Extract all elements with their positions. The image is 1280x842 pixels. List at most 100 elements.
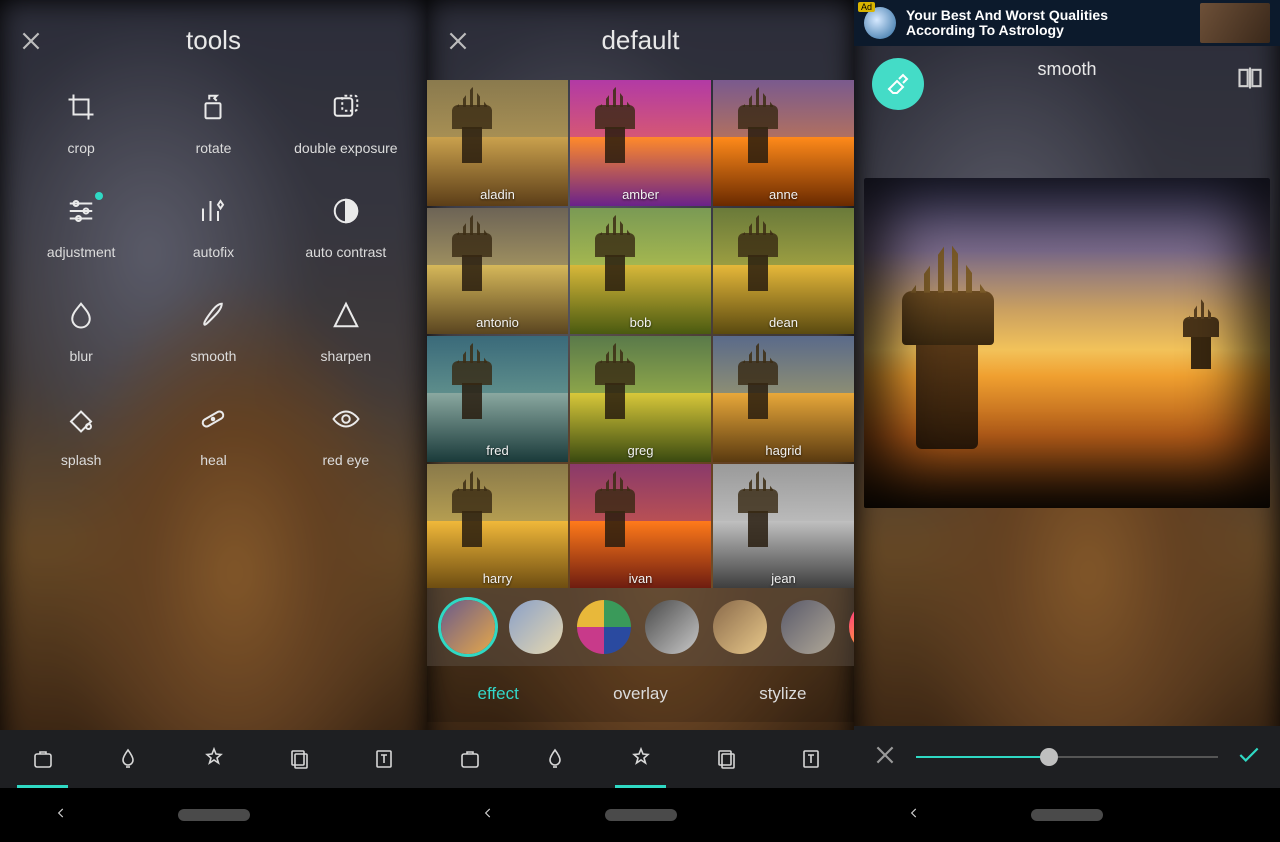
nav-brush[interactable] bbox=[512, 730, 597, 788]
tab-effect[interactable]: effect bbox=[427, 666, 569, 722]
category-bw[interactable] bbox=[645, 600, 699, 654]
ad-text: Your Best And Worst Qualities According … bbox=[906, 8, 1108, 39]
nav-tools[interactable] bbox=[427, 730, 512, 788]
tool-smooth[interactable]: smooth bbox=[152, 300, 274, 364]
tool-label: crop bbox=[68, 140, 95, 156]
nav-layers[interactable] bbox=[683, 730, 768, 788]
tool-auto-contrast[interactable]: auto contrast bbox=[285, 196, 407, 260]
filter-label: jean bbox=[713, 571, 854, 586]
home-pill[interactable] bbox=[178, 809, 250, 821]
filter-anne[interactable]: anne bbox=[713, 80, 854, 206]
nav-brush[interactable] bbox=[85, 730, 170, 788]
tab-stylize[interactable]: stylize bbox=[712, 666, 854, 722]
nav-effects[interactable] bbox=[598, 730, 683, 788]
tool-autofix[interactable]: autofix bbox=[152, 196, 274, 260]
tab-overlay[interactable]: overlay bbox=[569, 666, 711, 722]
android-nav-bar bbox=[0, 788, 427, 842]
tool-label: red eye bbox=[322, 452, 369, 468]
tool-crop[interactable]: crop bbox=[20, 92, 142, 156]
category-default[interactable] bbox=[441, 600, 495, 654]
back-icon[interactable] bbox=[54, 806, 68, 825]
tools-grid: crop rotate double exposure adjustment a… bbox=[0, 92, 427, 468]
double-exposure-icon bbox=[331, 92, 361, 122]
category-cool[interactable] bbox=[781, 600, 835, 654]
splash-icon bbox=[66, 404, 96, 434]
tool-label: splash bbox=[61, 452, 101, 468]
red-eye-icon bbox=[331, 404, 361, 434]
tool-adjustment[interactable]: adjustment bbox=[20, 196, 142, 260]
image-canvas[interactable] bbox=[864, 178, 1270, 508]
apply-button[interactable] bbox=[1236, 742, 1262, 773]
cancel-button[interactable] bbox=[872, 742, 898, 773]
tool-label: rotate bbox=[196, 140, 232, 156]
tool-label: double exposure bbox=[294, 140, 398, 156]
tower-graphic-small bbox=[1181, 299, 1221, 369]
filter-harry[interactable]: harry bbox=[427, 464, 568, 588]
filter-label: fred bbox=[427, 443, 568, 458]
filter-antonio[interactable]: antonio bbox=[427, 208, 568, 334]
nav-effects[interactable] bbox=[171, 730, 256, 788]
ad-banner[interactable]: Ad Your Best And Worst Qualities Accordi… bbox=[854, 0, 1280, 46]
filter-label: harry bbox=[427, 571, 568, 586]
tool-splash[interactable]: splash bbox=[20, 404, 142, 468]
category-pop[interactable] bbox=[577, 600, 631, 654]
filter-grid: aladinamberanne antoniobobdean fredgreghag… bbox=[427, 80, 854, 588]
compare-icon[interactable] bbox=[1236, 64, 1264, 92]
filter-amber[interactable]: amber bbox=[570, 80, 711, 206]
filter-jean[interactable]: jean bbox=[713, 464, 854, 588]
filter-greg[interactable]: greg bbox=[570, 336, 711, 462]
ad-tag: Ad bbox=[858, 2, 875, 12]
filter-ivan[interactable]: ivan bbox=[570, 464, 711, 588]
new-badge-icon bbox=[95, 192, 103, 200]
filter-dean[interactable]: dean bbox=[713, 208, 854, 334]
intensity-slider[interactable] bbox=[916, 745, 1218, 769]
eraser-button[interactable] bbox=[872, 58, 924, 110]
smooth-icon bbox=[198, 300, 228, 330]
screen-title: default bbox=[601, 25, 679, 56]
close-icon[interactable] bbox=[445, 28, 471, 54]
filter-fred[interactable]: fred bbox=[427, 336, 568, 462]
tool-label: blur bbox=[69, 348, 92, 364]
filter-label: greg bbox=[570, 443, 711, 458]
filter-bob[interactable]: bob bbox=[570, 208, 711, 334]
android-nav-bar bbox=[854, 788, 1280, 842]
close-icon[interactable] bbox=[18, 28, 44, 54]
nav-text[interactable] bbox=[769, 730, 854, 788]
tool-sharpen[interactable]: sharpen bbox=[285, 300, 407, 364]
filter-aladin[interactable]: aladin bbox=[427, 80, 568, 206]
tool-label: heal bbox=[200, 452, 226, 468]
category-warm[interactable] bbox=[713, 600, 767, 654]
effect-tabs: effect overlay stylize bbox=[427, 666, 854, 722]
filter-label: antonio bbox=[427, 315, 568, 330]
sharpen-icon bbox=[331, 300, 361, 330]
tool-rotate[interactable]: rotate bbox=[152, 92, 274, 156]
filter-label: amber bbox=[570, 187, 711, 202]
filter-hagrid[interactable]: hagrid bbox=[713, 336, 854, 462]
tool-double-exposure[interactable]: double exposure bbox=[285, 92, 407, 156]
filter-label: dean bbox=[713, 315, 854, 330]
nav-text[interactable] bbox=[342, 730, 427, 788]
home-pill[interactable] bbox=[1031, 809, 1103, 821]
tool-label: autofix bbox=[193, 244, 234, 260]
topbar: tools bbox=[0, 0, 427, 80]
nav-tools[interactable] bbox=[0, 730, 85, 788]
back-icon[interactable] bbox=[907, 806, 921, 825]
effects-screen: default aladinamberanne antoniobobdean fre… bbox=[427, 0, 854, 842]
tool-blur[interactable]: blur bbox=[20, 300, 142, 364]
adjustment-icon bbox=[66, 196, 96, 226]
tool-label: auto contrast bbox=[305, 244, 386, 260]
tool-heal[interactable]: heal bbox=[152, 404, 274, 468]
smooth-screen: Ad Your Best And Worst Qualities Accordi… bbox=[854, 0, 1280, 842]
topbar: default bbox=[427, 0, 854, 80]
crop-icon bbox=[66, 92, 96, 122]
category-soft[interactable] bbox=[509, 600, 563, 654]
home-pill[interactable] bbox=[605, 809, 677, 821]
filter-label: aladin bbox=[427, 187, 568, 202]
category-strip[interactable] bbox=[427, 588, 854, 666]
tool-label: smooth bbox=[191, 348, 237, 364]
nav-layers[interactable] bbox=[256, 730, 341, 788]
tool-red-eye[interactable]: red eye bbox=[285, 404, 407, 468]
back-icon[interactable] bbox=[481, 806, 495, 825]
tool-label: sharpen bbox=[321, 348, 372, 364]
screen-title: smooth bbox=[1037, 59, 1096, 80]
